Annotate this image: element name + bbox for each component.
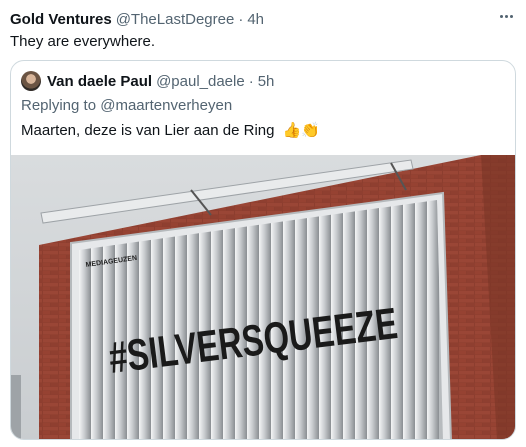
author-handle[interactable]: @TheLastDegree — [116, 11, 235, 28]
replying-to-prefix: Replying to — [21, 97, 97, 114]
separator-dot: · — [238, 10, 244, 28]
clapping-hands-icon: 👏 — [301, 122, 321, 139]
tweet-text: They are everywhere. — [10, 33, 156, 50]
avatar[interactable] — [21, 71, 41, 91]
billboard-photo: MEDIAGEUZEN #SILVERSQUEEZE — [11, 155, 515, 439]
tweet-header: Gold Ventures @TheLastDegree · 4h — [10, 9, 516, 29]
quoted-author-handle[interactable]: @paul_daele — [156, 73, 245, 90]
quoted-author-name[interactable]: Van daele Paul — [47, 73, 152, 90]
author-name[interactable]: Gold Ventures — [10, 11, 112, 28]
replying-to: Replying to @maartenverheyen — [21, 97, 232, 114]
quoted-tweet-timestamp[interactable]: 5h — [258, 73, 275, 90]
separator-dot: · — [248, 72, 254, 90]
quoted-tweet-card[interactable]: Van daele Paul @paul_daele · 5h Replying… — [10, 60, 516, 440]
thumbs-up-icon: 👍 — [282, 122, 302, 139]
tweet-timestamp[interactable]: 4h — [247, 11, 264, 28]
replying-to-mention[interactable]: @maartenverheyen — [100, 97, 232, 114]
quoted-tweet-text: Maarten, deze is van Lier aan de Ring 👍👏 — [21, 121, 320, 139]
quoted-tweet-body: Maarten, deze is van Lier aan de Ring — [21, 122, 275, 139]
tweet-photo[interactable]: MEDIAGEUZEN #SILVERSQUEEZE — [11, 155, 515, 439]
quoted-tweet-header: Van daele Paul @paul_daele · 5h — [21, 70, 274, 92]
more-options-icon[interactable] — [494, 6, 518, 26]
